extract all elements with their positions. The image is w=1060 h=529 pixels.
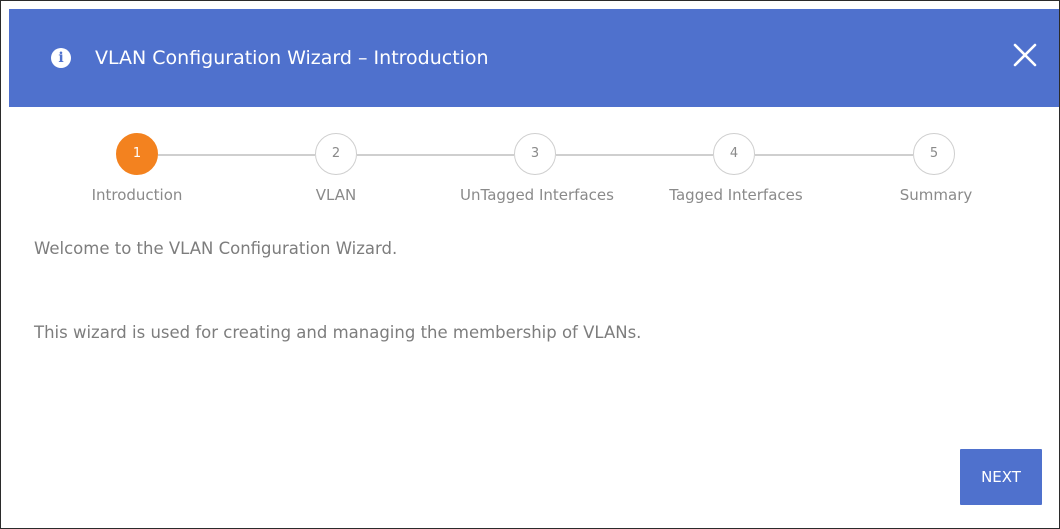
- step-connector: [158, 154, 315, 156]
- step-3-label: UnTagged Interfaces: [460, 186, 614, 204]
- dialog-header: i VLAN Configuration Wizard – Introducti…: [9, 9, 1059, 107]
- step-5-circle: 5: [913, 133, 955, 175]
- step-4-circle: 4: [713, 133, 755, 175]
- wizard-dialog: i VLAN Configuration Wizard – Introducti…: [0, 0, 1060, 529]
- step-2-circle: 2: [315, 133, 357, 175]
- wizard-stepper: 1 2 3 4 5 Introduction VLAN UnTagged Int…: [1, 131, 1060, 211]
- next-button[interactable]: NEXT: [960, 449, 1042, 505]
- step-connector: [755, 154, 913, 156]
- step-connector: [556, 154, 713, 156]
- step-connector: [357, 154, 514, 156]
- step-1-circle: 1: [116, 133, 158, 175]
- close-icon[interactable]: [1009, 39, 1041, 71]
- step-4-label: Tagged Interfaces: [669, 186, 803, 204]
- step-1-label: Introduction: [91, 186, 183, 204]
- step-2-label: VLAN: [315, 186, 357, 204]
- step-3-circle: 3: [514, 133, 556, 175]
- description-text: This wizard is used for creating and man…: [34, 323, 642, 342]
- dialog-title: VLAN Configuration Wizard – Introduction: [95, 47, 489, 69]
- info-icon: i: [51, 48, 71, 68]
- welcome-text: Welcome to the VLAN Configuration Wizard…: [34, 239, 398, 258]
- step-5-label: Summary: [899, 186, 973, 204]
